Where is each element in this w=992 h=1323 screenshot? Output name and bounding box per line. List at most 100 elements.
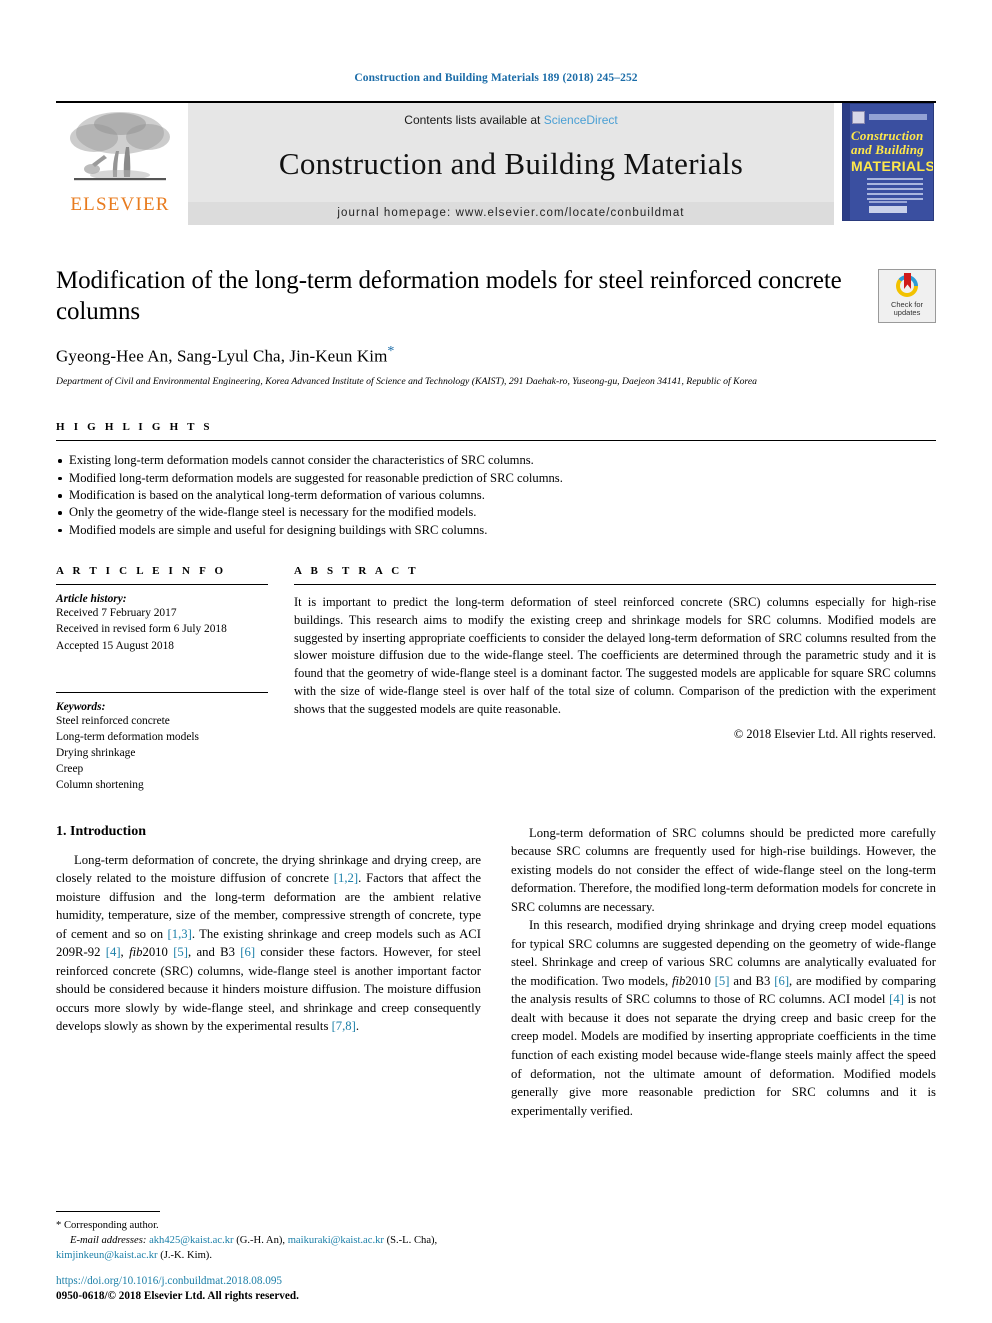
masthead-center-panel: Contents lists available at ScienceDirec…: [188, 103, 834, 225]
footnote-rule: [56, 1210, 160, 1212]
keyword-item: Steel reinforced concrete: [56, 714, 170, 727]
abstract-section: A B S T R A C T It is important to predi…: [294, 565, 936, 742]
citation-ref[interactable]: [5]: [715, 974, 730, 988]
intro-text-seg: ,: [120, 945, 130, 960]
cover-foot-rule: [869, 201, 907, 203]
section-heading-introduction: 1. Introduction: [56, 823, 146, 839]
corresponding-author-note: * Corresponding author.: [56, 1218, 476, 1233]
author-names: Gyeong-Hee An, Sang-Lyul Cha, Jin-Keun K…: [56, 346, 388, 366]
article-info-rule: [56, 584, 268, 586]
intro-text-seg: 2010: [685, 973, 715, 988]
citation-ref[interactable]: [4]: [889, 992, 904, 1006]
email-owner-1: (G.-H. An),: [233, 1234, 288, 1246]
email-owner-3: (J.-K. Kim).: [157, 1249, 212, 1261]
citation-ref[interactable]: [5]: [173, 945, 188, 959]
elsevier-logo: ELSEVIER: [56, 103, 184, 225]
intro-text-seg: , and B3: [187, 945, 241, 960]
running-head: Construction and Building Materials 189 …: [354, 72, 638, 84]
highlights-rule: [56, 440, 936, 442]
email-link-1[interactable]: akh425@kaist.ac.kr: [149, 1235, 233, 1246]
abstract-text: It is important to predict the long-term…: [294, 595, 936, 716]
crossmark-label: Check for updates: [879, 300, 935, 318]
keywords-heading: Keywords:: [56, 700, 106, 713]
body-column-right: Long-term deformation of SRC columns sho…: [511, 824, 936, 1121]
intro-text-seg: is not dealt with because it does not se…: [511, 992, 936, 1118]
footnote-block: * Corresponding author. E-mail addresses…: [56, 1210, 476, 1263]
email-link-2[interactable]: maikuraki@kaist.ac.kr: [288, 1235, 384, 1246]
keyword-item: Drying shrinkage: [56, 747, 136, 760]
article-history-revised: Received in revised form 6 July 2018: [56, 623, 227, 636]
title-block: Modification of the long-term deformatio…: [56, 265, 936, 388]
list-item: Modified models are simple and useful fo…: [56, 522, 936, 539]
cover-publisher-icon: [852, 111, 865, 124]
citation-ref[interactable]: [7,8]: [332, 1019, 356, 1033]
article-info-heading: A R T I C L E I N F O: [56, 565, 227, 578]
issn-copyright: 0950-0618/© 2018 Elsevier Ltd. All right…: [56, 1290, 299, 1303]
cover-title-line3: MATERIALS: [851, 158, 934, 174]
keyword-item: Creep: [56, 763, 84, 776]
email-link-3[interactable]: kimjinkeun@kaist.ac.kr: [56, 1250, 158, 1261]
cover-title-line2: and Building: [851, 142, 924, 157]
intro-text-seg: 2010: [142, 945, 174, 960]
abstract-heading: A B S T R A C T: [294, 565, 419, 578]
corresponding-text: Corresponding author.: [61, 1219, 159, 1231]
journal-homepage-link[interactable]: journal homepage: www.elsevier.com/locat…: [188, 202, 834, 225]
elsevier-tree-icon: [70, 112, 170, 181]
sciencedirect-link[interactable]: ScienceDirect: [544, 113, 618, 127]
citation-ref[interactable]: [6]: [240, 945, 255, 959]
cover-blurb-lines: [867, 178, 923, 200]
paper-page: Construction and Building Materials 189 …: [0, 0, 992, 1323]
page-title: Modification of the long-term deformatio…: [56, 267, 842, 325]
cover-foot-box: [869, 206, 907, 213]
article-history-accepted: Accepted 15 August 2018: [56, 639, 174, 652]
email-owner-2: (S.-L. Cha),: [383, 1234, 438, 1246]
info-abstract-row: A R T I C L E I N F O Article history: R…: [56, 565, 936, 794]
highlights-section: H I G H L I G H T S Existing long-term d…: [56, 421, 936, 539]
list-item: Modification is based on the analytical …: [56, 487, 936, 504]
affiliation: Department of Civil and Environmental En…: [56, 375, 757, 387]
intro-text-seg: .: [355, 1019, 360, 1034]
crossmark-badge[interactable]: Check for updates: [878, 269, 936, 323]
model-name-fib: fib: [672, 973, 686, 988]
citation-ref[interactable]: [1,2]: [334, 871, 358, 885]
elsevier-wordmark: ELSEVIER: [70, 194, 170, 215]
intro-paragraph-right-2: In this research, modified drying shrink…: [511, 916, 936, 1120]
body-column-left: 1. Introduction Long-term deformation of…: [56, 824, 481, 1036]
keyword-item: Long-term deformation models: [56, 730, 199, 743]
list-item: Existing long-term deformation models ca…: [56, 452, 936, 469]
contents-available-line: Contents lists available at ScienceDirec…: [404, 113, 617, 127]
highlights-list: Existing long-term deformation models ca…: [56, 452, 936, 539]
highlights-heading: H I G H L I G H T S: [56, 421, 213, 434]
email-label: E-mail addresses:: [70, 1234, 147, 1246]
list-item: Modified long-term deformation models ar…: [56, 470, 936, 487]
citation-ref[interactable]: [1,3]: [168, 927, 192, 941]
intro-text-seg: and B3: [729, 973, 775, 988]
citation-ref[interactable]: [6]: [774, 974, 789, 988]
email-addresses-note: E-mail addresses: akh425@kaist.ac.kr (G.…: [56, 1233, 476, 1263]
intro-paragraph-left: Long-term deformation of concrete, the d…: [56, 851, 481, 1036]
corresponding-author-marker: *: [387, 344, 395, 359]
model-name-fib: fib: [129, 945, 143, 960]
contents-prefix: Contents lists available at: [404, 113, 544, 127]
article-history-received: Received 7 February 2017: [56, 607, 177, 620]
cover-top-band: [869, 114, 927, 120]
article-history-heading: Article history:: [56, 593, 127, 606]
keywords-rule: [56, 691, 268, 693]
intro-paragraph-right-1: Long-term deformation of SRC columns sho…: [511, 825, 936, 914]
journal-cover-thumbnail: Construction and Building MATERIALS: [840, 103, 936, 225]
citation-ref[interactable]: [4]: [106, 945, 121, 959]
abstract-copyright: © 2018 Elsevier Ltd. All rights reserved…: [733, 727, 936, 742]
cover-left-bar: [843, 104, 850, 220]
body-columns: 1. Introduction Long-term deformation of…: [56, 824, 936, 1121]
article-info-section: A R T I C L E I N F O Article history: R…: [56, 565, 294, 794]
list-item: Only the geometry of the wide-flange ste…: [56, 504, 936, 521]
crossmark-label-line2: updates: [893, 308, 921, 318]
keywords-block: Keywords: Steel reinforced concrete Long…: [56, 691, 268, 794]
colophon-block: https://doi.org/10.1016/j.conbuildmat.20…: [56, 1274, 516, 1305]
abstract-rule: [294, 584, 936, 586]
keyword-item: Column shortening: [56, 779, 144, 792]
journal-masthead: ELSEVIER Contents lists available at Sci…: [56, 101, 936, 225]
journal-title: Construction and Building Materials: [278, 145, 744, 181]
doi-link[interactable]: https://doi.org/10.1016/j.conbuildmat.20…: [56, 1274, 516, 1290]
author-list: Gyeong-Hee An, Sang-Lyul Cha, Jin-Keun K…: [56, 344, 864, 367]
